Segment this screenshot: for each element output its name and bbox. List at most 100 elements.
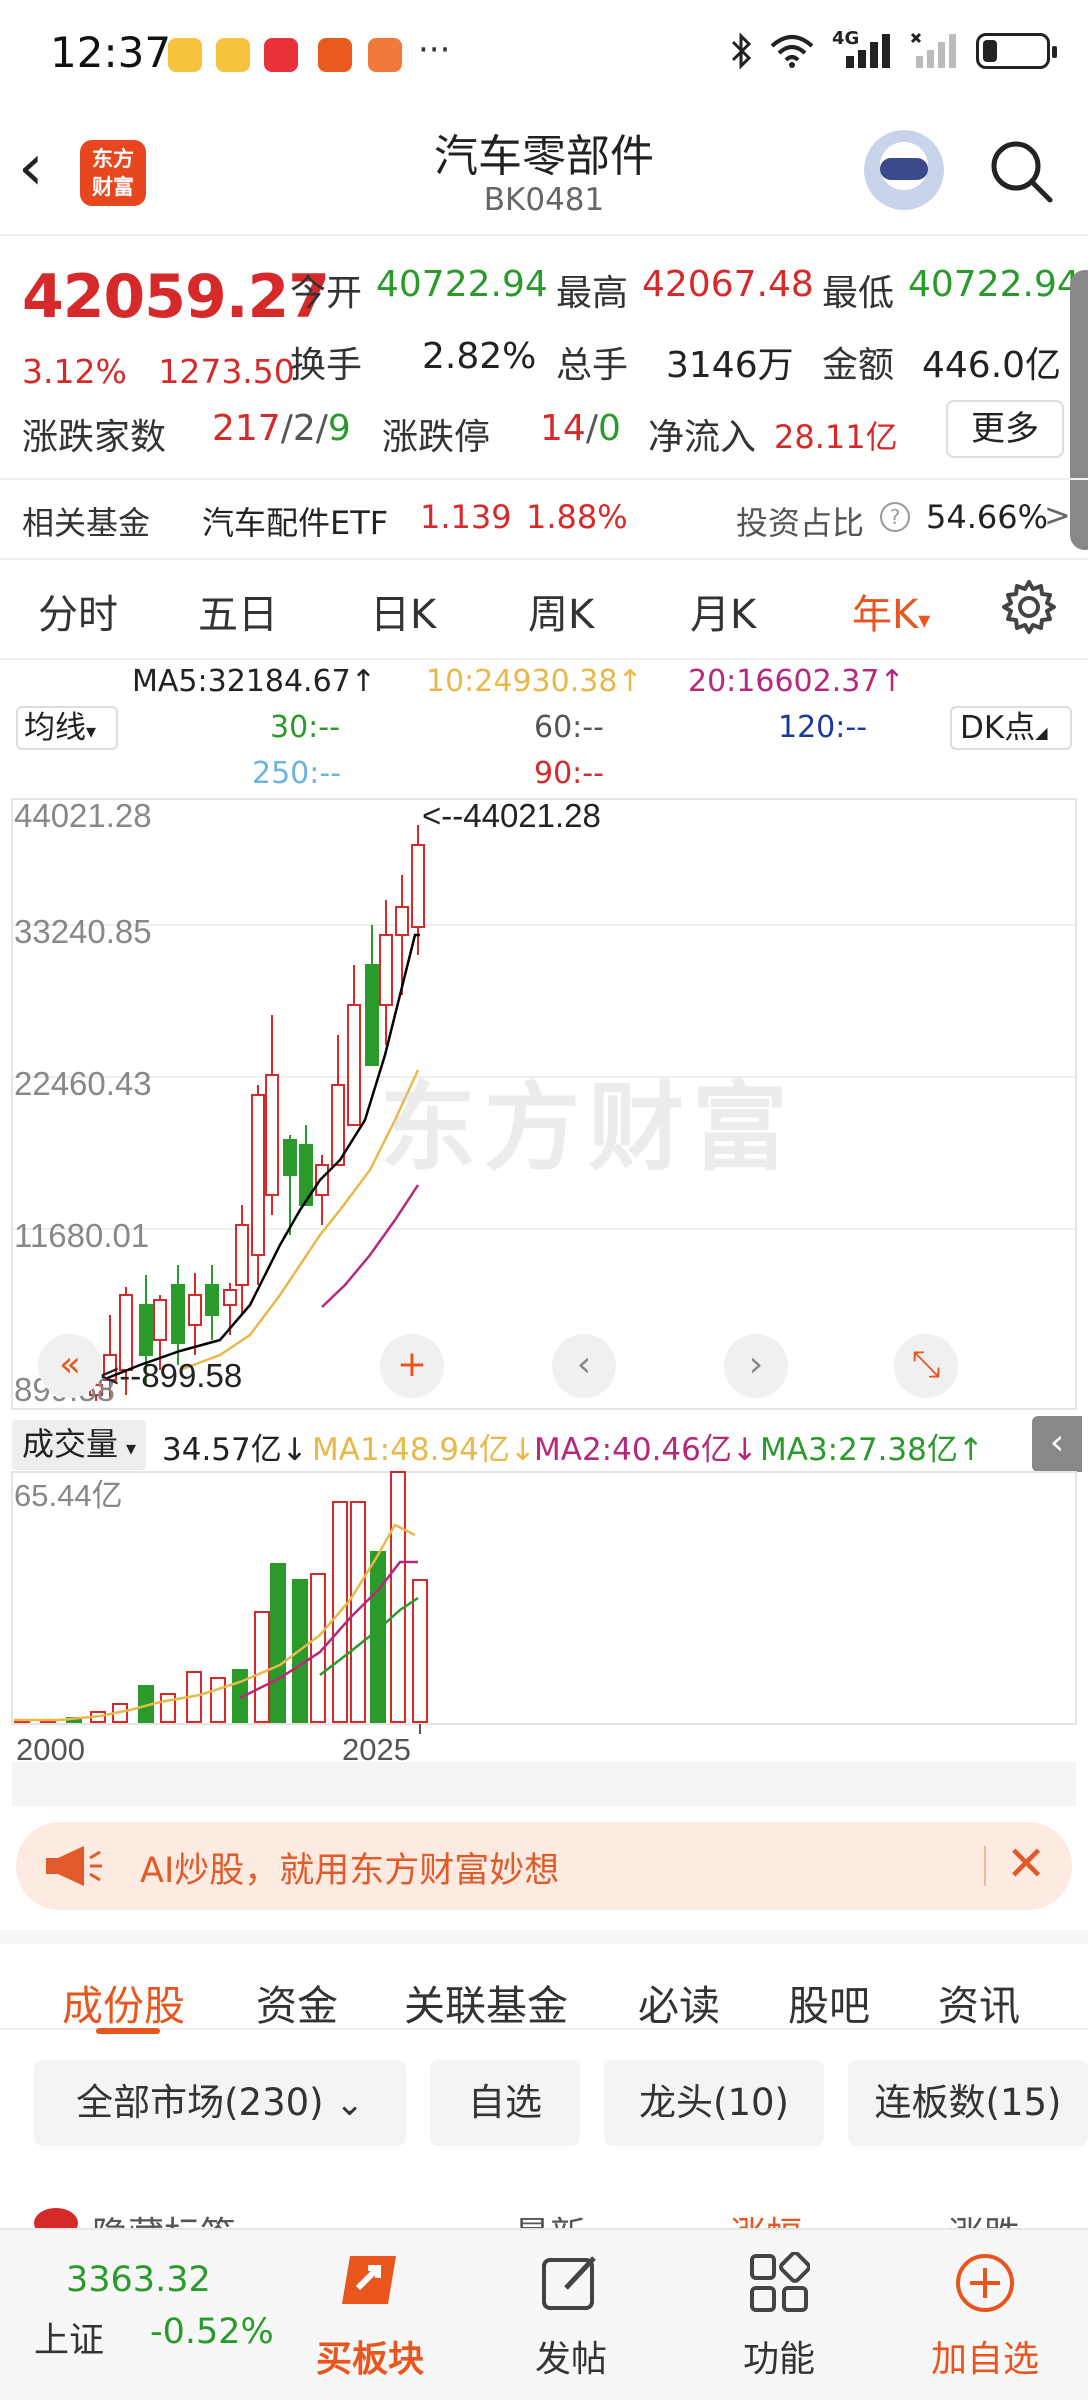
volume-indicator-select[interactable]: 成交量 ▾ [12, 1420, 147, 1470]
prev-button[interactable]: ‹ [552, 1334, 616, 1398]
candles [89, 825, 425, 1401]
tab-five-day[interactable]: 五日 [198, 582, 278, 640]
volume-bar [350, 1501, 366, 1723]
close-icon[interactable]: ✕ [1006, 1836, 1046, 1892]
search-icon[interactable] [988, 138, 1054, 204]
watermark: 东方财富 [380, 1072, 796, 1184]
app-icon [368, 38, 402, 72]
volume-value: 3146万 [666, 345, 794, 386]
post-button[interactable]: 发帖 [516, 2248, 626, 2398]
next-button[interactable]: › [724, 1334, 788, 1398]
limit-up-count: 14 [540, 408, 586, 449]
tab-constituents[interactable]: 成份股 [62, 1972, 185, 2032]
low-label: 最低 [822, 273, 895, 314]
functions-button[interactable]: 功能 [724, 2248, 834, 2398]
caret-down-icon: ▾ [126, 1436, 137, 1460]
wifi-icon [770, 35, 814, 68]
ma5-value: MA5:32184.67↑ [132, 664, 376, 699]
tab-related-funds[interactable]: 关联基金 [404, 1972, 568, 2032]
y-label: 44021.28 [14, 797, 152, 834]
hide-tags-toggle[interactable]: 隐藏标签 [92, 2206, 236, 2228]
index-name[interactable]: 上证 [34, 2312, 104, 2363]
weibo-icon [168, 38, 202, 72]
investment-ratio-label: 投资占比 [736, 504, 865, 542]
signal-empty-icon [910, 32, 956, 68]
candle-body [411, 844, 425, 928]
ma90-value: 90:-- [534, 756, 604, 791]
y-label: 11680.01 [14, 1217, 149, 1254]
volume-bar [210, 1677, 226, 1723]
tab-yearly-k[interactable]: 年K▾ [852, 582, 930, 640]
volume-bar [254, 1611, 270, 1723]
tab-forum[interactable]: 股吧 [788, 1972, 870, 2032]
more-button[interactable]: 更多 [946, 400, 1064, 458]
list-header: 隐藏标签 最新 涨幅 涨跌 [0, 2178, 1088, 2228]
index-pct[interactable]: -0.52% [150, 2312, 274, 2352]
column-change[interactable]: 涨跌 [948, 2206, 1020, 2228]
candle-body [379, 934, 393, 1006]
candle-body [331, 1084, 345, 1166]
eye-icon[interactable] [34, 2208, 78, 2228]
column-change-pct[interactable]: 涨幅 [730, 2206, 802, 2228]
dk-point-button[interactable]: DK点◢ [950, 706, 1072, 750]
buy-sector-button[interactable]: 买板块 [310, 2248, 430, 2398]
gear-icon[interactable] [1000, 578, 1058, 636]
megaphone-icon [46, 1846, 102, 1886]
banner-text: AI炒股，就用东方财富妙想 [140, 1851, 560, 1891]
candle-body [188, 1294, 202, 1326]
limit-count: 14/0 [540, 408, 621, 449]
caret-down-icon: ▾ [918, 606, 931, 634]
candle-body [365, 964, 379, 1066]
tab-daily-k[interactable]: 日K [370, 582, 436, 640]
volume-y-label: 65.44亿 [14, 1478, 123, 1513]
zoom-in-button[interactable]: + [380, 1334, 444, 1398]
assistant-robot-icon[interactable] [864, 130, 944, 210]
candle-body [265, 1074, 279, 1196]
rewind-button[interactable]: « [38, 1334, 102, 1398]
moving-average-select[interactable]: 均线▾ [16, 706, 118, 750]
amount-label: 金额 [822, 345, 895, 386]
candle-body [395, 906, 409, 936]
related-fund-row[interactable]: 相关基金 汽车配件ETF 1.139 1.88% 投资占比 ? 54.66% > [0, 478, 1088, 558]
high-label: 最高 [556, 273, 629, 314]
inflow-label: 净流入 [648, 417, 757, 458]
ai-promo-banner[interactable]: AI炒股，就用东方财富妙想 ✕ [16, 1822, 1072, 1910]
volume-bar [390, 1471, 406, 1723]
turnover-value: 2.82% [422, 336, 537, 377]
ma120-value: 120:-- [778, 710, 868, 745]
candle-body [205, 1284, 219, 1316]
battery-icon [976, 33, 1057, 69]
more-notifications-icon: ··· [418, 30, 451, 70]
tab-monthly-k[interactable]: 月K [690, 582, 756, 640]
volume-ma3: MA3:27.38亿↑ [760, 1432, 984, 1468]
filter-watchlist[interactable]: 自选 [430, 2060, 580, 2146]
tab-funds[interactable]: 资金 [256, 1972, 338, 2032]
help-icon[interactable]: ? [880, 502, 910, 532]
header: ‹ 东方 财富 汽车零部件 BK0481 [0, 110, 1088, 236]
app-icon [318, 38, 352, 72]
limit-label: 涨跌停 [382, 417, 491, 458]
volume-bar-chart[interactable]: 65.44亿 2000 2025 [0, 1470, 1088, 1770]
ma10-value: 10:24930.38↑ [426, 664, 643, 699]
market-filter-dropdown[interactable]: 全部市场(230) ⌄ [34, 2060, 406, 2146]
volume-bar [370, 1551, 386, 1723]
ma250-value: 250:-- [252, 756, 342, 791]
filter-consecutive-limit[interactable]: 连板数(15) [848, 2060, 1088, 2146]
add-circle-icon [956, 2254, 1014, 2312]
expand-icon[interactable]: ⤡ [894, 1334, 958, 1398]
column-latest[interactable]: 最新 [514, 2206, 586, 2228]
candle-body [139, 1304, 153, 1356]
ma30-value: 30:-- [270, 710, 340, 745]
investment-ratio-value: 54.66% [926, 498, 1049, 536]
collapse-panel-button[interactable]: ‹ [1032, 1416, 1082, 1472]
filter-leaders[interactable]: 龙头(10) [604, 2060, 824, 2146]
candle-body [171, 1284, 185, 1344]
index-value[interactable]: 3363.32 [66, 2260, 211, 2300]
fund-pct: 1.88% [526, 498, 628, 536]
tab-weekly-k[interactable]: 周K [528, 582, 594, 640]
fund-name[interactable]: 汽车配件ETF [202, 498, 388, 544]
tab-intraday[interactable]: 分时 [38, 582, 118, 640]
tab-news[interactable]: 资讯 [938, 1972, 1020, 2032]
tab-must-read[interactable]: 必读 [638, 1972, 720, 2032]
add-watchlist-button[interactable]: 加自选 [920, 2248, 1050, 2398]
